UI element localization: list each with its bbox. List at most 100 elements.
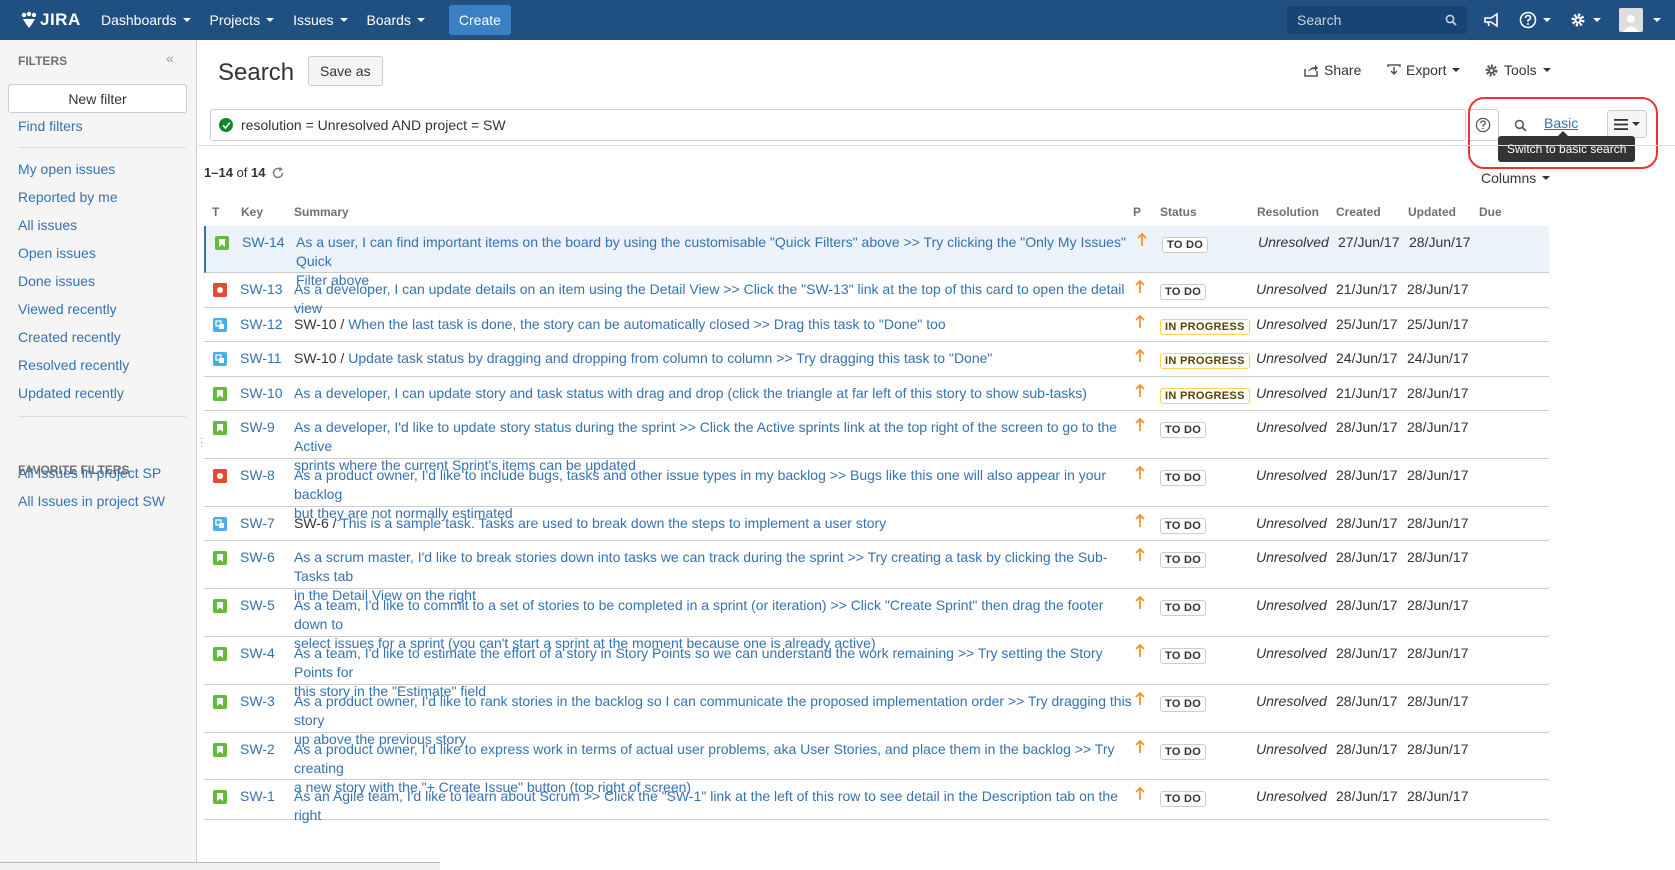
- issue-summary[interactable]: SW-10 / When the last task is done, the …: [294, 315, 1134, 334]
- issue-summary-text[interactable]: As an Agile team, I'd like to learn abou…: [294, 788, 1118, 823]
- issue-key-link[interactable]: SW-5: [240, 596, 275, 615]
- table-row[interactable]: SW-11 SW-10 / Update task status by dragg…: [204, 342, 1549, 377]
- status-badge: TO DO: [1160, 422, 1207, 438]
- priority-high-icon: [1135, 691, 1145, 711]
- table-row[interactable]: SW-14 As a user, I can find important ite…: [204, 226, 1549, 288]
- favorite-filter-sp[interactable]: All Issues in project SP: [18, 465, 161, 481]
- parent-issue-link[interactable]: SW-6 /: [294, 515, 340, 531]
- issue-summary[interactable]: As a developer, I can update story and t…: [294, 384, 1134, 403]
- issue-key-link[interactable]: SW-8: [240, 466, 275, 485]
- column-header-status[interactable]: Status: [1160, 205, 1197, 219]
- issue-key-link[interactable]: SW-9: [240, 418, 275, 437]
- table-row[interactable]: SW-3 As a product owner, I'd like to rank…: [204, 685, 1549, 747]
- issue-summary[interactable]: As an Agile team, I'd like to learn abou…: [294, 787, 1134, 825]
- filter-updated-recently[interactable]: Updated recently: [18, 385, 124, 401]
- chevron-down-icon: [266, 18, 275, 22]
- issue-key-link[interactable]: SW-12: [240, 315, 283, 334]
- find-filters-link[interactable]: Find filters: [18, 118, 83, 134]
- table-row[interactable]: SW-7 SW-6 / This is a sample task. Tasks …: [204, 507, 1549, 541]
- issue-summary-text[interactable]: When the last task is done, the story ca…: [348, 316, 945, 332]
- filter-all-issues[interactable]: All issues: [18, 217, 77, 233]
- column-header-summary[interactable]: Summary: [294, 205, 349, 219]
- table-row[interactable]: SW-10 As a developer, I can update story …: [204, 377, 1549, 411]
- issue-key-link[interactable]: SW-3: [240, 692, 275, 711]
- issue-key-link[interactable]: SW-10: [240, 384, 283, 403]
- column-header-created[interactable]: Created: [1336, 205, 1381, 219]
- table-row[interactable]: SW-12 SW-10 / When the last task is done,…: [204, 308, 1549, 342]
- create-button[interactable]: Create: [448, 5, 511, 35]
- table-row[interactable]: SW-6 As a scrum master, I'd like to break…: [204, 541, 1549, 603]
- issue-key-link[interactable]: SW-2: [240, 740, 275, 759]
- filter-open-issues[interactable]: Open issues: [18, 245, 96, 261]
- columns-button[interactable]: Columns: [1481, 170, 1551, 186]
- story-type-icon: [213, 647, 227, 661]
- share-button[interactable]: Share: [1304, 62, 1361, 78]
- issue-key-link[interactable]: SW-13: [240, 280, 283, 299]
- filter-viewed-recently[interactable]: Viewed recently: [18, 301, 117, 317]
- jira-logo[interactable]: JIRA: [20, 10, 82, 30]
- issue-summary-text[interactable]: As a product owner, I'd like to express …: [294, 741, 1115, 776]
- collapse-sidebar-icon[interactable]: «: [166, 50, 174, 66]
- issue-summary[interactable]: SW-6 / This is a sample task. Tasks are …: [294, 514, 1134, 533]
- issue-summary-text[interactable]: As a developer, I'd like to update story…: [294, 419, 1117, 454]
- issue-summary-text[interactable]: As a team, I'd like to estimate the effo…: [294, 645, 1103, 680]
- issue-key-link[interactable]: SW-11: [240, 349, 282, 368]
- issue-summary-text[interactable]: As a scrum master, I'd like to break sto…: [294, 549, 1107, 584]
- refresh-icon[interactable]: [271, 166, 285, 180]
- gear-icon: [1485, 64, 1498, 76]
- filter-reported-by-me[interactable]: Reported by me: [18, 189, 118, 205]
- jql-input[interactable]: resolution = Unresolved AND project = SW: [210, 109, 1466, 141]
- issue-summary-text[interactable]: As a team, I'd like to commit to a set o…: [294, 597, 1103, 632]
- issue-summary-text[interactable]: As a user, I can find important items on…: [296, 234, 1126, 269]
- parent-issue-link[interactable]: SW-10 /: [294, 350, 348, 366]
- priority-high-icon: [1135, 348, 1145, 368]
- filter-created-recently[interactable]: Created recently: [18, 329, 121, 345]
- new-filter-button[interactable]: New filter: [8, 84, 187, 113]
- issue-key-link[interactable]: SW-7: [240, 514, 275, 533]
- parent-issue-link[interactable]: SW-10 /: [294, 316, 348, 332]
- table-row[interactable]: SW-2 As a product owner, I'd like to expr…: [204, 733, 1549, 795]
- column-header-due[interactable]: Due: [1479, 205, 1502, 219]
- column-header-type[interactable]: T: [212, 205, 219, 219]
- filter-resolved-recently[interactable]: Resolved recently: [18, 357, 129, 373]
- table-row[interactable]: SW-1 As an Agile team, I'd like to learn …: [204, 780, 1549, 823]
- tools-button[interactable]: Tools: [1484, 62, 1551, 78]
- column-header-updated[interactable]: Updated: [1408, 205, 1456, 219]
- story-type-icon: [215, 236, 229, 250]
- table-row[interactable]: SW-4 As a team, I'd like to estimate the …: [204, 637, 1549, 699]
- settings-menu-button[interactable]: [1569, 11, 1601, 29]
- issue-summary-text[interactable]: As a developer, I can update story and t…: [294, 385, 1087, 401]
- user-avatar[interactable]: [1619, 8, 1643, 32]
- issue-key-link[interactable]: SW-14: [242, 233, 285, 252]
- status-badge: TO DO: [1160, 552, 1207, 568]
- issue-summary-text[interactable]: As a product owner, I'd like to rank sto…: [294, 693, 1132, 728]
- save-as-button[interactable]: Save as: [308, 56, 383, 86]
- favorite-filter-sw[interactable]: All Issues in project SW: [18, 493, 165, 509]
- resolution-value: Unresolved: [1256, 350, 1327, 366]
- issue-summary-text[interactable]: This is a sample task. Tasks are used to…: [340, 515, 886, 531]
- table-row[interactable]: SW-5 As a team, I'd like to commit to a s…: [204, 589, 1549, 651]
- priority-high-icon: [1135, 595, 1145, 615]
- column-header-priority[interactable]: P: [1133, 205, 1141, 219]
- issue-key-link[interactable]: SW-4: [240, 644, 275, 663]
- nav-boards[interactable]: Boards: [367, 12, 425, 28]
- export-button[interactable]: Export: [1387, 62, 1461, 78]
- help-menu-button[interactable]: [1519, 11, 1551, 29]
- issue-key-link[interactable]: SW-1: [240, 787, 275, 806]
- filter-done-issues[interactable]: Done issues: [18, 273, 95, 289]
- notifications-button[interactable]: [1483, 12, 1501, 28]
- table-row[interactable]: SW-8 As a product owner, I'd like to incl…: [204, 459, 1549, 521]
- nav-dashboards[interactable]: Dashboards: [101, 12, 191, 28]
- issue-summary-text[interactable]: As a product owner, I'd like to include …: [294, 467, 1106, 502]
- issue-key-link[interactable]: SW-6: [240, 548, 275, 567]
- nav-projects[interactable]: Projects: [210, 12, 275, 28]
- filter-my-open-issues[interactable]: My open issues: [18, 161, 115, 177]
- nav-issues[interactable]: Issues: [293, 12, 348, 28]
- table-row[interactable]: SW-13 As a developer, I can update detail…: [204, 273, 1549, 316]
- issue-summary-text[interactable]: Update task status by dragging and dropp…: [348, 350, 992, 366]
- column-header-resolution[interactable]: Resolution: [1257, 205, 1319, 219]
- table-row[interactable]: SW-9 As a developer, I'd like to update s…: [204, 411, 1549, 473]
- issue-summary[interactable]: SW-10 / Update task status by dragging a…: [294, 349, 1134, 368]
- quick-search-input[interactable]: Search: [1287, 6, 1467, 34]
- column-header-key[interactable]: Key: [241, 205, 263, 219]
